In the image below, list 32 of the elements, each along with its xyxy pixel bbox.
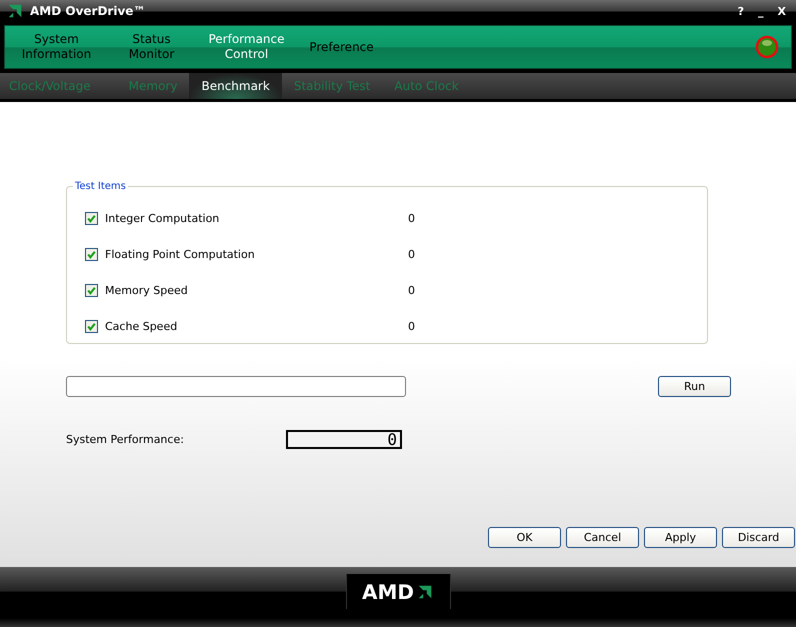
minimize-button[interactable]: _ [758, 4, 764, 18]
apply-button[interactable]: Apply [644, 527, 717, 548]
checkbox[interactable] [85, 212, 98, 224]
run-button[interactable]: Run [658, 376, 731, 397]
group-title: Test Items [74, 181, 127, 192]
cancel-button[interactable]: Cancel [566, 527, 639, 548]
system-performance-label: System Performance: [66, 433, 185, 446]
checkbox[interactable] [85, 284, 98, 296]
amd-logo: AMD [346, 574, 450, 609]
checkbox-label: Cache Speed [105, 320, 178, 332]
result-value: 0 [408, 284, 415, 296]
checkbox[interactable] [85, 248, 98, 260]
close-button[interactable]: X [778, 4, 786, 18]
help-button[interactable]: ? [738, 4, 744, 18]
system-performance-value: 0 [286, 430, 402, 449]
checkbox-label: Memory Speed [105, 284, 189, 296]
main-tab[interactable]: Status Monitor [104, 32, 199, 62]
discard-button[interactable]: Discard [722, 527, 795, 548]
checkbox-label: Integer Computation [105, 212, 220, 224]
main-tab[interactable]: Preference [294, 40, 389, 54]
ok-button[interactable]: OK [488, 527, 561, 548]
checkbox-label: Floating Point Computation [105, 248, 256, 260]
result-value: 0 [408, 320, 415, 332]
status-indicator-icon [755, 35, 779, 59]
logo-icon [6, 2, 24, 20]
sub-tab[interactable]: Benchmark [189, 73, 282, 99]
main-tab[interactable]: Performance Control [199, 32, 294, 62]
result-value: 0 [408, 248, 415, 260]
result-value: 0 [408, 212, 415, 224]
main-tab[interactable]: System Information [9, 32, 104, 62]
window-title: AMD OverDrive™ [30, 4, 146, 18]
checkbox[interactable] [85, 320, 98, 332]
